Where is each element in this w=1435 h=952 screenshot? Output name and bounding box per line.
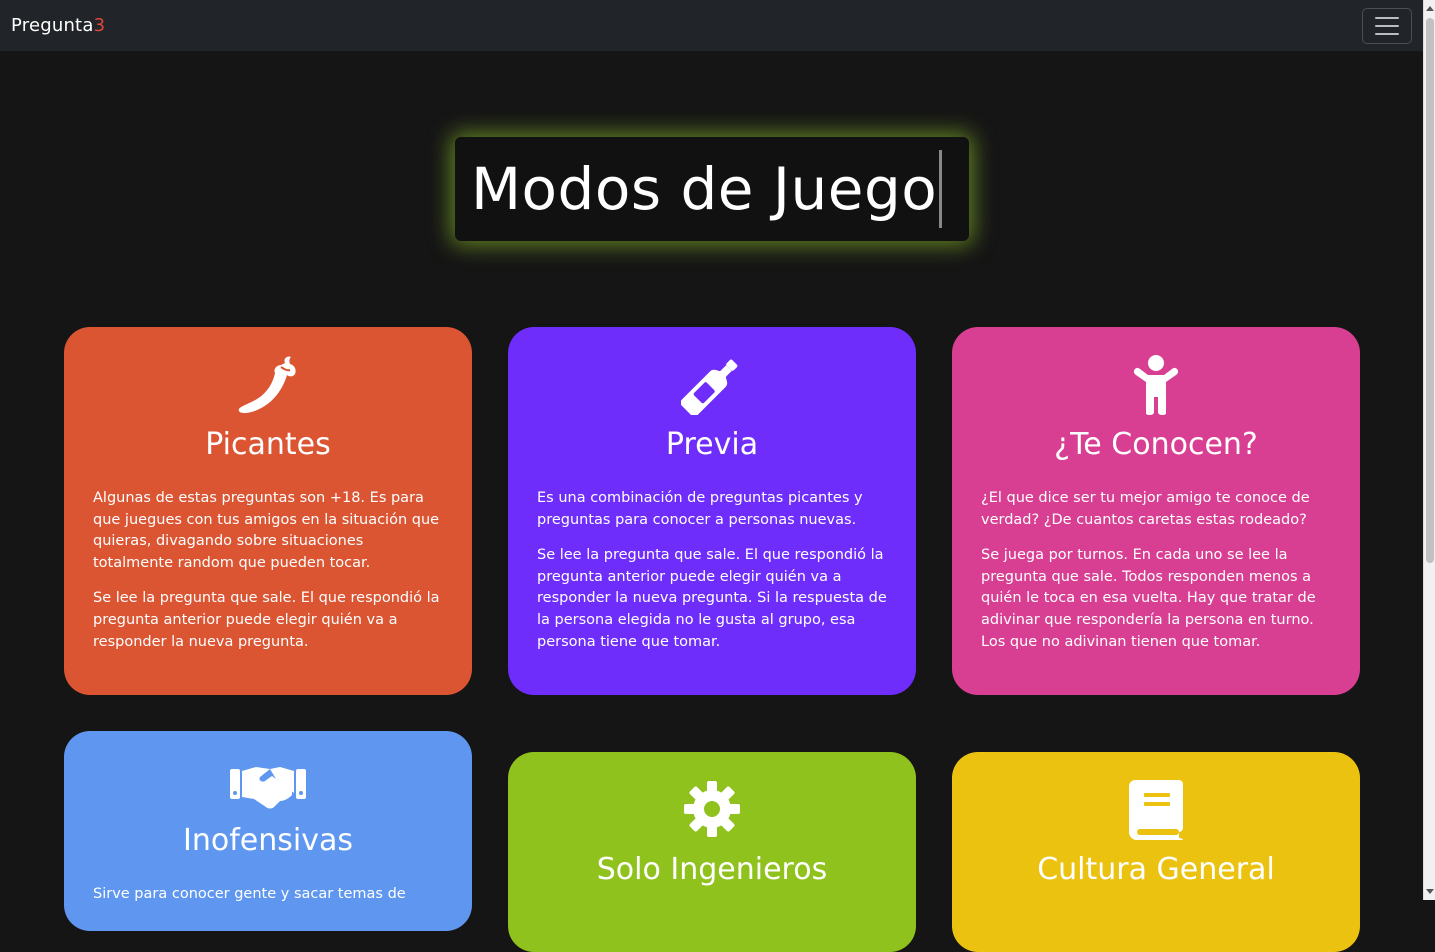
scrollbar-thumb[interactable]	[1426, 18, 1434, 563]
gear-icon	[684, 781, 740, 837]
scroll-down-arrow-icon[interactable]	[1426, 889, 1434, 894]
page-title: Modos de Juego	[471, 155, 938, 223]
mode-description: Algunas de estas preguntas son +18. Es p…	[93, 490, 440, 571]
bottle-icon	[681, 359, 738, 415]
brand-main: Pregunta	[11, 15, 94, 36]
mode-title: Inofensivas	[183, 823, 353, 858]
hamburger-line	[1375, 32, 1399, 35]
hamburger-icon	[1375, 16, 1399, 19]
page-title-box: Modos de Juego	[455, 137, 969, 241]
mode-rules: Se lee la pregunta que sale. El que resp…	[537, 547, 887, 650]
mode-title: ¿Te Conocen?	[1054, 427, 1258, 462]
mode-title: Picantes	[205, 427, 331, 462]
mode-description: Sirve para conocer gente y sacar temas d…	[93, 886, 406, 902]
person-icon	[1133, 355, 1179, 415]
mode-title: Solo Ingenieros	[596, 852, 828, 887]
typing-caret	[939, 150, 943, 228]
mode-card-inofensivas[interactable]: Inofensivas Sirve para conocer gente y s…	[64, 731, 472, 931]
mode-card-cultura-general[interactable]: Cultura General	[952, 752, 1360, 952]
mode-rules: Se juega por turnos. En cada uno se lee …	[981, 547, 1316, 650]
book-icon	[1129, 780, 1183, 840]
mode-card-solo-ingenieros[interactable]: Solo Ingenieros	[508, 752, 916, 952]
mode-card-previa[interactable]: Previa Es una combinación de preguntas p…	[508, 327, 916, 695]
mode-description: ¿El que dice ser tu mejor amigo te conoc…	[981, 490, 1310, 528]
mode-title: Cultura General	[1037, 852, 1275, 887]
scrollbar[interactable]	[1423, 0, 1435, 900]
mode-card-te-conocen[interactable]: ¿Te Conocen? ¿El que dice ser tu mejor a…	[952, 327, 1360, 695]
brand-accent: 3	[93, 15, 106, 36]
mode-card-picantes[interactable]: Picantes Algunas de estas preguntas son …	[64, 327, 472, 695]
navbar: Pregunta3	[0, 0, 1423, 51]
handshake-icon	[230, 767, 306, 809]
mode-rules: Se lee la pregunta que sale. El que resp…	[93, 590, 440, 650]
mode-description: Es una combinación de preguntas picantes…	[537, 490, 863, 528]
menu-toggle-button[interactable]	[1362, 7, 1412, 44]
brand-logo[interactable]: Pregunta3	[11, 15, 105, 36]
mode-title: Previa	[665, 427, 759, 462]
scroll-up-arrow-icon[interactable]	[1426, 6, 1434, 11]
pepper-icon	[238, 356, 296, 414]
hamburger-line	[1375, 24, 1399, 27]
